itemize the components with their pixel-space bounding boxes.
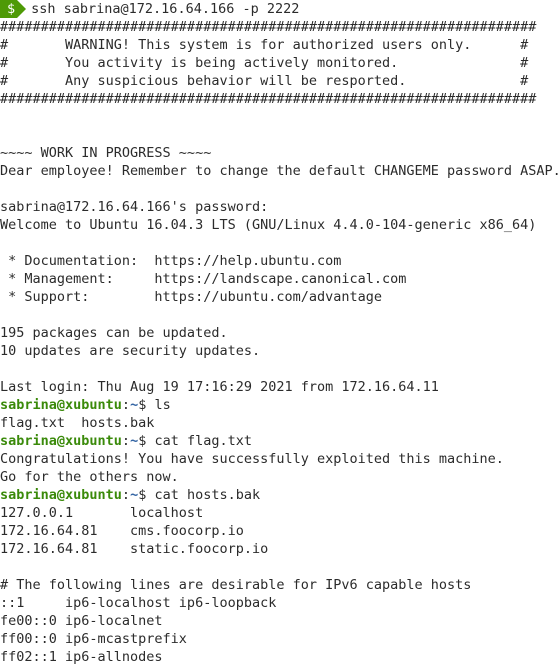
banner-line: * Support: https://ubuntu.com/advantage (0, 289, 383, 305)
shell-prompt-line: sabrina@xubuntu:~$ ls (0, 396, 559, 414)
banner-line: Dear employee! Remember to change the de… (0, 163, 559, 179)
shell-session: sabrina@xubuntu:~$ ls flag.txt hosts.bak s… (0, 396, 559, 666)
banner-line: * Documentation: https://help.ubuntu.com (0, 253, 342, 269)
first-prompt-line: $ ssh sabrina@172.16.64.166 -p 2222 (0, 0, 559, 18)
banner-line (0, 360, 559, 378)
prompt-separator: : (121, 487, 131, 503)
command-output-line (0, 558, 559, 576)
command-output-line: Go for the others now. (0, 469, 179, 485)
prompt-path: ~ (130, 397, 139, 413)
banner-line (0, 126, 559, 144)
banner-line: ########################################… (0, 19, 537, 35)
shell-prompt-line: sabrina@xubuntu:~$ cat flag.txt (0, 432, 559, 450)
prompt-user-host: sabrina@xubuntu (0, 397, 122, 413)
command-output-line: ::1 ip6-localhost ip6-loopback (0, 595, 277, 611)
prompt-path: ~ (130, 487, 139, 503)
prompt-path: ~ (130, 433, 139, 449)
command-output-line: Congratulations! You have successfully e… (0, 451, 504, 467)
banner-line: ~~~~ WORK IN PROGRESS ~~~~ (0, 145, 212, 161)
banner-line (0, 306, 559, 324)
prompt-badge: $ (0, 0, 27, 18)
banner-line: 195 packages can be updated. (0, 325, 228, 341)
terminal-window[interactable]: $ ssh sabrina@172.16.64.166 -p 2222 ####… (0, 0, 559, 666)
command-output-line: 172.16.64.81 static.foocorp.io (0, 541, 269, 557)
command-output-line: ff00::0 ip6-mcastprefix (0, 631, 187, 647)
command-output-line: 172.16.64.81 cms.foocorp.io (0, 523, 244, 539)
prompt-command: $ ls (138, 397, 171, 413)
command-output-line: fe00::0 ip6-localnet (0, 613, 163, 629)
banner-line: Welcome to Ubuntu 16.04.3 LTS (GNU/Linux… (0, 217, 537, 233)
prompt-command: $ cat flag.txt (138, 433, 252, 449)
banner-line (0, 180, 559, 198)
command-output-line: # The following lines are desirable for … (0, 577, 472, 593)
shell-prompt-line: sabrina@xubuntu:~$ cat hosts.bak (0, 486, 559, 504)
prompt-user-host: sabrina@xubuntu (0, 487, 122, 503)
banner-line: # WARNING! This system is for authorized… (0, 37, 529, 53)
banner-line: # Any suspicious behavior will be respor… (0, 73, 529, 89)
command-output-line: flag.txt hosts.bak (0, 415, 155, 431)
login-banner: ########################################… (0, 18, 559, 396)
command-output-line: ff02::1 ip6-allnodes (0, 649, 163, 665)
banner-line: * Management: https://landscape.canonica… (0, 271, 407, 287)
banner-line (0, 108, 559, 126)
banner-line: 10 updates are security updates. (0, 343, 261, 359)
prompt-separator: : (121, 397, 131, 413)
banner-line: # You activity is being actively monitor… (0, 55, 529, 71)
ssh-command: ssh sabrina@172.16.64.166 -p 2222 (31, 1, 300, 17)
banner-line: sabrina@172.16.64.166's password: (0, 199, 269, 215)
prompt-separator: : (121, 433, 131, 449)
command-output-line: 127.0.0.1 localhost (0, 505, 204, 521)
banner-line: ########################################… (0, 91, 537, 107)
prompt-command: $ cat hosts.bak (138, 487, 261, 503)
prompt-user-host: sabrina@xubuntu (0, 433, 122, 449)
banner-line: Last login: Thu Aug 19 17:16:29 2021 fro… (0, 379, 439, 395)
banner-line (0, 234, 559, 252)
